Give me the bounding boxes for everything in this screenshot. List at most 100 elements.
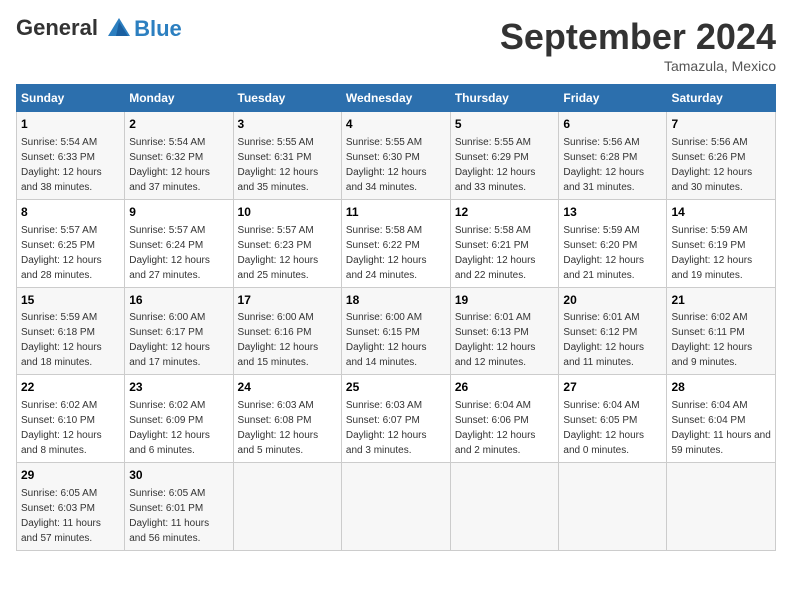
day-info: Sunrise: 5:55 AMSunset: 6:29 PMDaylight:…: [455, 137, 536, 193]
logo: General Blue: [16, 16, 182, 42]
calendar-day-cell: 9 Sunrise: 5:57 AMSunset: 6:24 PMDayligh…: [125, 199, 233, 287]
weekday-header: Saturday: [667, 85, 776, 112]
day-number: 4: [346, 116, 446, 133]
day-info: Sunrise: 5:59 AMSunset: 6:18 PMDaylight:…: [21, 312, 102, 368]
day-info: Sunrise: 6:05 AMSunset: 6:01 PMDaylight:…: [129, 488, 209, 544]
calendar-day-cell: 23 Sunrise: 6:02 AMSunset: 6:09 PMDaylig…: [125, 375, 233, 463]
calendar-day-cell: 17 Sunrise: 6:00 AMSunset: 6:16 PMDaylig…: [233, 287, 341, 375]
weekday-header: Sunday: [17, 85, 125, 112]
day-number: 21: [671, 292, 771, 309]
weekday-header: Thursday: [450, 85, 559, 112]
logo-icon: [106, 16, 132, 42]
day-info: Sunrise: 6:02 AMSunset: 6:11 PMDaylight:…: [671, 312, 752, 368]
day-info: Sunrise: 5:58 AMSunset: 6:21 PMDaylight:…: [455, 225, 536, 281]
calendar-day-cell: 25 Sunrise: 6:03 AMSunset: 6:07 PMDaylig…: [341, 375, 450, 463]
calendar-day-cell: 30 Sunrise: 6:05 AMSunset: 6:01 PMDaylig…: [125, 463, 233, 551]
calendar-day-cell: 18 Sunrise: 6:00 AMSunset: 6:15 PMDaylig…: [341, 287, 450, 375]
day-info: Sunrise: 6:02 AMSunset: 6:10 PMDaylight:…: [21, 400, 102, 456]
day-info: Sunrise: 6:00 AMSunset: 6:16 PMDaylight:…: [238, 312, 319, 368]
day-number: 7: [671, 116, 771, 133]
calendar-day-cell: 20 Sunrise: 6:01 AMSunset: 6:12 PMDaylig…: [559, 287, 667, 375]
calendar-day-cell: 21 Sunrise: 6:02 AMSunset: 6:11 PMDaylig…: [667, 287, 776, 375]
calendar-day-cell: 8 Sunrise: 5:57 AMSunset: 6:25 PMDayligh…: [17, 199, 125, 287]
calendar-day-cell: 28 Sunrise: 6:04 AMSunset: 6:04 PMDaylig…: [667, 375, 776, 463]
calendar-day-cell: 7 Sunrise: 5:56 AMSunset: 6:26 PMDayligh…: [667, 112, 776, 200]
day-number: 20: [563, 292, 662, 309]
calendar-body: 1 Sunrise: 5:54 AMSunset: 6:33 PMDayligh…: [17, 112, 776, 551]
day-number: 10: [238, 204, 337, 221]
calendar-day-cell: 4 Sunrise: 5:55 AMSunset: 6:30 PMDayligh…: [341, 112, 450, 200]
day-number: 26: [455, 379, 555, 396]
calendar-day-cell: [559, 463, 667, 551]
calendar-day-cell: 19 Sunrise: 6:01 AMSunset: 6:13 PMDaylig…: [450, 287, 559, 375]
day-number: 22: [21, 379, 120, 396]
calendar-header-row: SundayMondayTuesdayWednesdayThursdayFrid…: [17, 85, 776, 112]
month-title: September 2024: [500, 16, 776, 58]
day-info: Sunrise: 6:01 AMSunset: 6:12 PMDaylight:…: [563, 312, 644, 368]
calendar-day-cell: 15 Sunrise: 5:59 AMSunset: 6:18 PMDaylig…: [17, 287, 125, 375]
calendar-day-cell: 3 Sunrise: 5:55 AMSunset: 6:31 PMDayligh…: [233, 112, 341, 200]
weekday-header: Wednesday: [341, 85, 450, 112]
day-info: Sunrise: 5:54 AMSunset: 6:33 PMDaylight:…: [21, 137, 102, 193]
day-number: 8: [21, 204, 120, 221]
day-info: Sunrise: 5:56 AMSunset: 6:26 PMDaylight:…: [671, 137, 752, 193]
weekday-header: Tuesday: [233, 85, 341, 112]
day-number: 12: [455, 204, 555, 221]
calendar-day-cell: [341, 463, 450, 551]
calendar-day-cell: 13 Sunrise: 5:59 AMSunset: 6:20 PMDaylig…: [559, 199, 667, 287]
day-info: Sunrise: 5:57 AMSunset: 6:23 PMDaylight:…: [238, 225, 319, 281]
calendar-week-row: 29 Sunrise: 6:05 AMSunset: 6:03 PMDaylig…: [17, 463, 776, 551]
day-number: 6: [563, 116, 662, 133]
day-info: Sunrise: 5:55 AMSunset: 6:31 PMDaylight:…: [238, 137, 319, 193]
day-number: 1: [21, 116, 120, 133]
day-info: Sunrise: 6:03 AMSunset: 6:08 PMDaylight:…: [238, 400, 319, 456]
calendar-week-row: 15 Sunrise: 5:59 AMSunset: 6:18 PMDaylig…: [17, 287, 776, 375]
calendar-day-cell: 11 Sunrise: 5:58 AMSunset: 6:22 PMDaylig…: [341, 199, 450, 287]
day-number: 9: [129, 204, 228, 221]
day-number: 14: [671, 204, 771, 221]
calendar-day-cell: [233, 463, 341, 551]
calendar-day-cell: 29 Sunrise: 6:05 AMSunset: 6:03 PMDaylig…: [17, 463, 125, 551]
day-info: Sunrise: 6:00 AMSunset: 6:15 PMDaylight:…: [346, 312, 427, 368]
day-number: 24: [238, 379, 337, 396]
day-number: 3: [238, 116, 337, 133]
calendar-day-cell: 5 Sunrise: 5:55 AMSunset: 6:29 PMDayligh…: [450, 112, 559, 200]
weekday-header: Friday: [559, 85, 667, 112]
calendar-day-cell: 2 Sunrise: 5:54 AMSunset: 6:32 PMDayligh…: [125, 112, 233, 200]
logo-blue: Blue: [134, 16, 182, 42]
day-number: 23: [129, 379, 228, 396]
calendar-week-row: 22 Sunrise: 6:02 AMSunset: 6:10 PMDaylig…: [17, 375, 776, 463]
calendar-day-cell: 1 Sunrise: 5:54 AMSunset: 6:33 PMDayligh…: [17, 112, 125, 200]
day-number: 28: [671, 379, 771, 396]
day-info: Sunrise: 5:54 AMSunset: 6:32 PMDaylight:…: [129, 137, 210, 193]
calendar-week-row: 1 Sunrise: 5:54 AMSunset: 6:33 PMDayligh…: [17, 112, 776, 200]
day-info: Sunrise: 6:05 AMSunset: 6:03 PMDaylight:…: [21, 488, 101, 544]
weekday-header: Monday: [125, 85, 233, 112]
page-header: General Blue September 2024 Tamazula, Me…: [16, 16, 776, 74]
day-info: Sunrise: 6:04 AMSunset: 6:05 PMDaylight:…: [563, 400, 644, 456]
day-info: Sunrise: 6:01 AMSunset: 6:13 PMDaylight:…: [455, 312, 536, 368]
day-info: Sunrise: 5:57 AMSunset: 6:24 PMDaylight:…: [129, 225, 210, 281]
day-number: 16: [129, 292, 228, 309]
calendar-day-cell: 24 Sunrise: 6:03 AMSunset: 6:08 PMDaylig…: [233, 375, 341, 463]
logo-general: General: [16, 15, 98, 40]
day-info: Sunrise: 5:55 AMSunset: 6:30 PMDaylight:…: [346, 137, 427, 193]
day-info: Sunrise: 5:59 AMSunset: 6:19 PMDaylight:…: [671, 225, 752, 281]
day-number: 5: [455, 116, 555, 133]
day-number: 27: [563, 379, 662, 396]
day-number: 30: [129, 467, 228, 484]
location: Tamazula, Mexico: [500, 58, 776, 74]
calendar-table: SundayMondayTuesdayWednesdayThursdayFrid…: [16, 84, 776, 551]
day-number: 15: [21, 292, 120, 309]
calendar-day-cell: 10 Sunrise: 5:57 AMSunset: 6:23 PMDaylig…: [233, 199, 341, 287]
day-info: Sunrise: 6:04 AMSunset: 6:04 PMDaylight:…: [671, 400, 770, 456]
calendar-day-cell: [450, 463, 559, 551]
calendar-day-cell: 14 Sunrise: 5:59 AMSunset: 6:19 PMDaylig…: [667, 199, 776, 287]
calendar-day-cell: 27 Sunrise: 6:04 AMSunset: 6:05 PMDaylig…: [559, 375, 667, 463]
day-info: Sunrise: 6:03 AMSunset: 6:07 PMDaylight:…: [346, 400, 427, 456]
day-number: 17: [238, 292, 337, 309]
day-info: Sunrise: 6:04 AMSunset: 6:06 PMDaylight:…: [455, 400, 536, 456]
day-info: Sunrise: 5:56 AMSunset: 6:28 PMDaylight:…: [563, 137, 644, 193]
day-number: 29: [21, 467, 120, 484]
calendar-day-cell: 6 Sunrise: 5:56 AMSunset: 6:28 PMDayligh…: [559, 112, 667, 200]
